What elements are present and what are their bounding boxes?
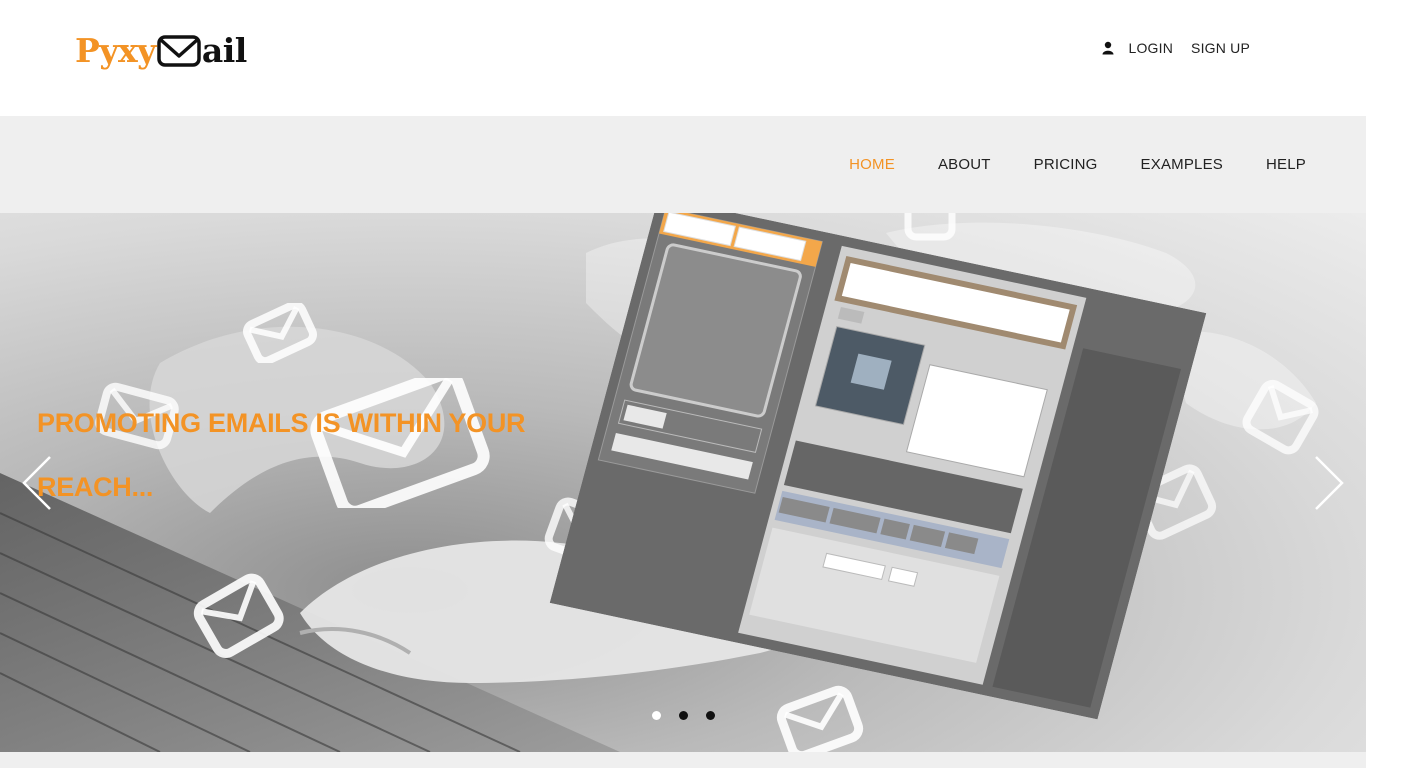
nav-item-about[interactable]: ABOUT [938,156,991,173]
chevron-right-icon[interactable] [1312,453,1346,513]
hero-carousel: PROMOTING EMAILS IS WITHIN YOUR REACH... [0,213,1366,752]
logo-text-pyxy: Pyxy [75,30,156,70]
carousel-dot-3[interactable] [706,711,715,720]
envelope-icon [904,213,956,241]
nav-item-home[interactable]: HOME [849,156,895,173]
top-header: Pyxy ail LOGIN SIGN UP [0,0,1366,116]
nav-item-help[interactable]: HELP [1266,156,1306,173]
envelope-icon [1242,379,1319,455]
section-divider [0,752,1366,768]
envelope-icon [242,303,318,363]
nav-item-pricing[interactable]: PRICING [1034,156,1098,173]
main-nav: HOME ABOUT PRICING EXAMPLES HELP [849,116,1306,213]
logo[interactable]: Pyxy ail [75,30,247,70]
envelope-icon [193,573,284,658]
carousel-indicators [652,711,715,720]
hero-headline: PROMOTING EMAILS IS WITHIN YOUR REACH... [37,408,526,502]
logo-envelope-icon [157,34,201,67]
nav-item-examples[interactable]: EXAMPLES [1141,156,1223,173]
envelope-icon [776,685,864,752]
logo-text-ail: ail [201,30,247,70]
user-links: LOGIN SIGN UP [1102,40,1250,56]
main-navbar: HOME ABOUT PRICING EXAMPLES HELP [0,116,1366,213]
chevron-left-icon[interactable] [20,453,54,513]
login-link[interactable]: LOGIN [1128,40,1173,56]
carousel-dot-2[interactable] [679,711,688,720]
carousel-dot-1[interactable] [652,711,661,720]
user-icon [1102,41,1114,55]
signup-link[interactable]: SIGN UP [1191,40,1250,56]
